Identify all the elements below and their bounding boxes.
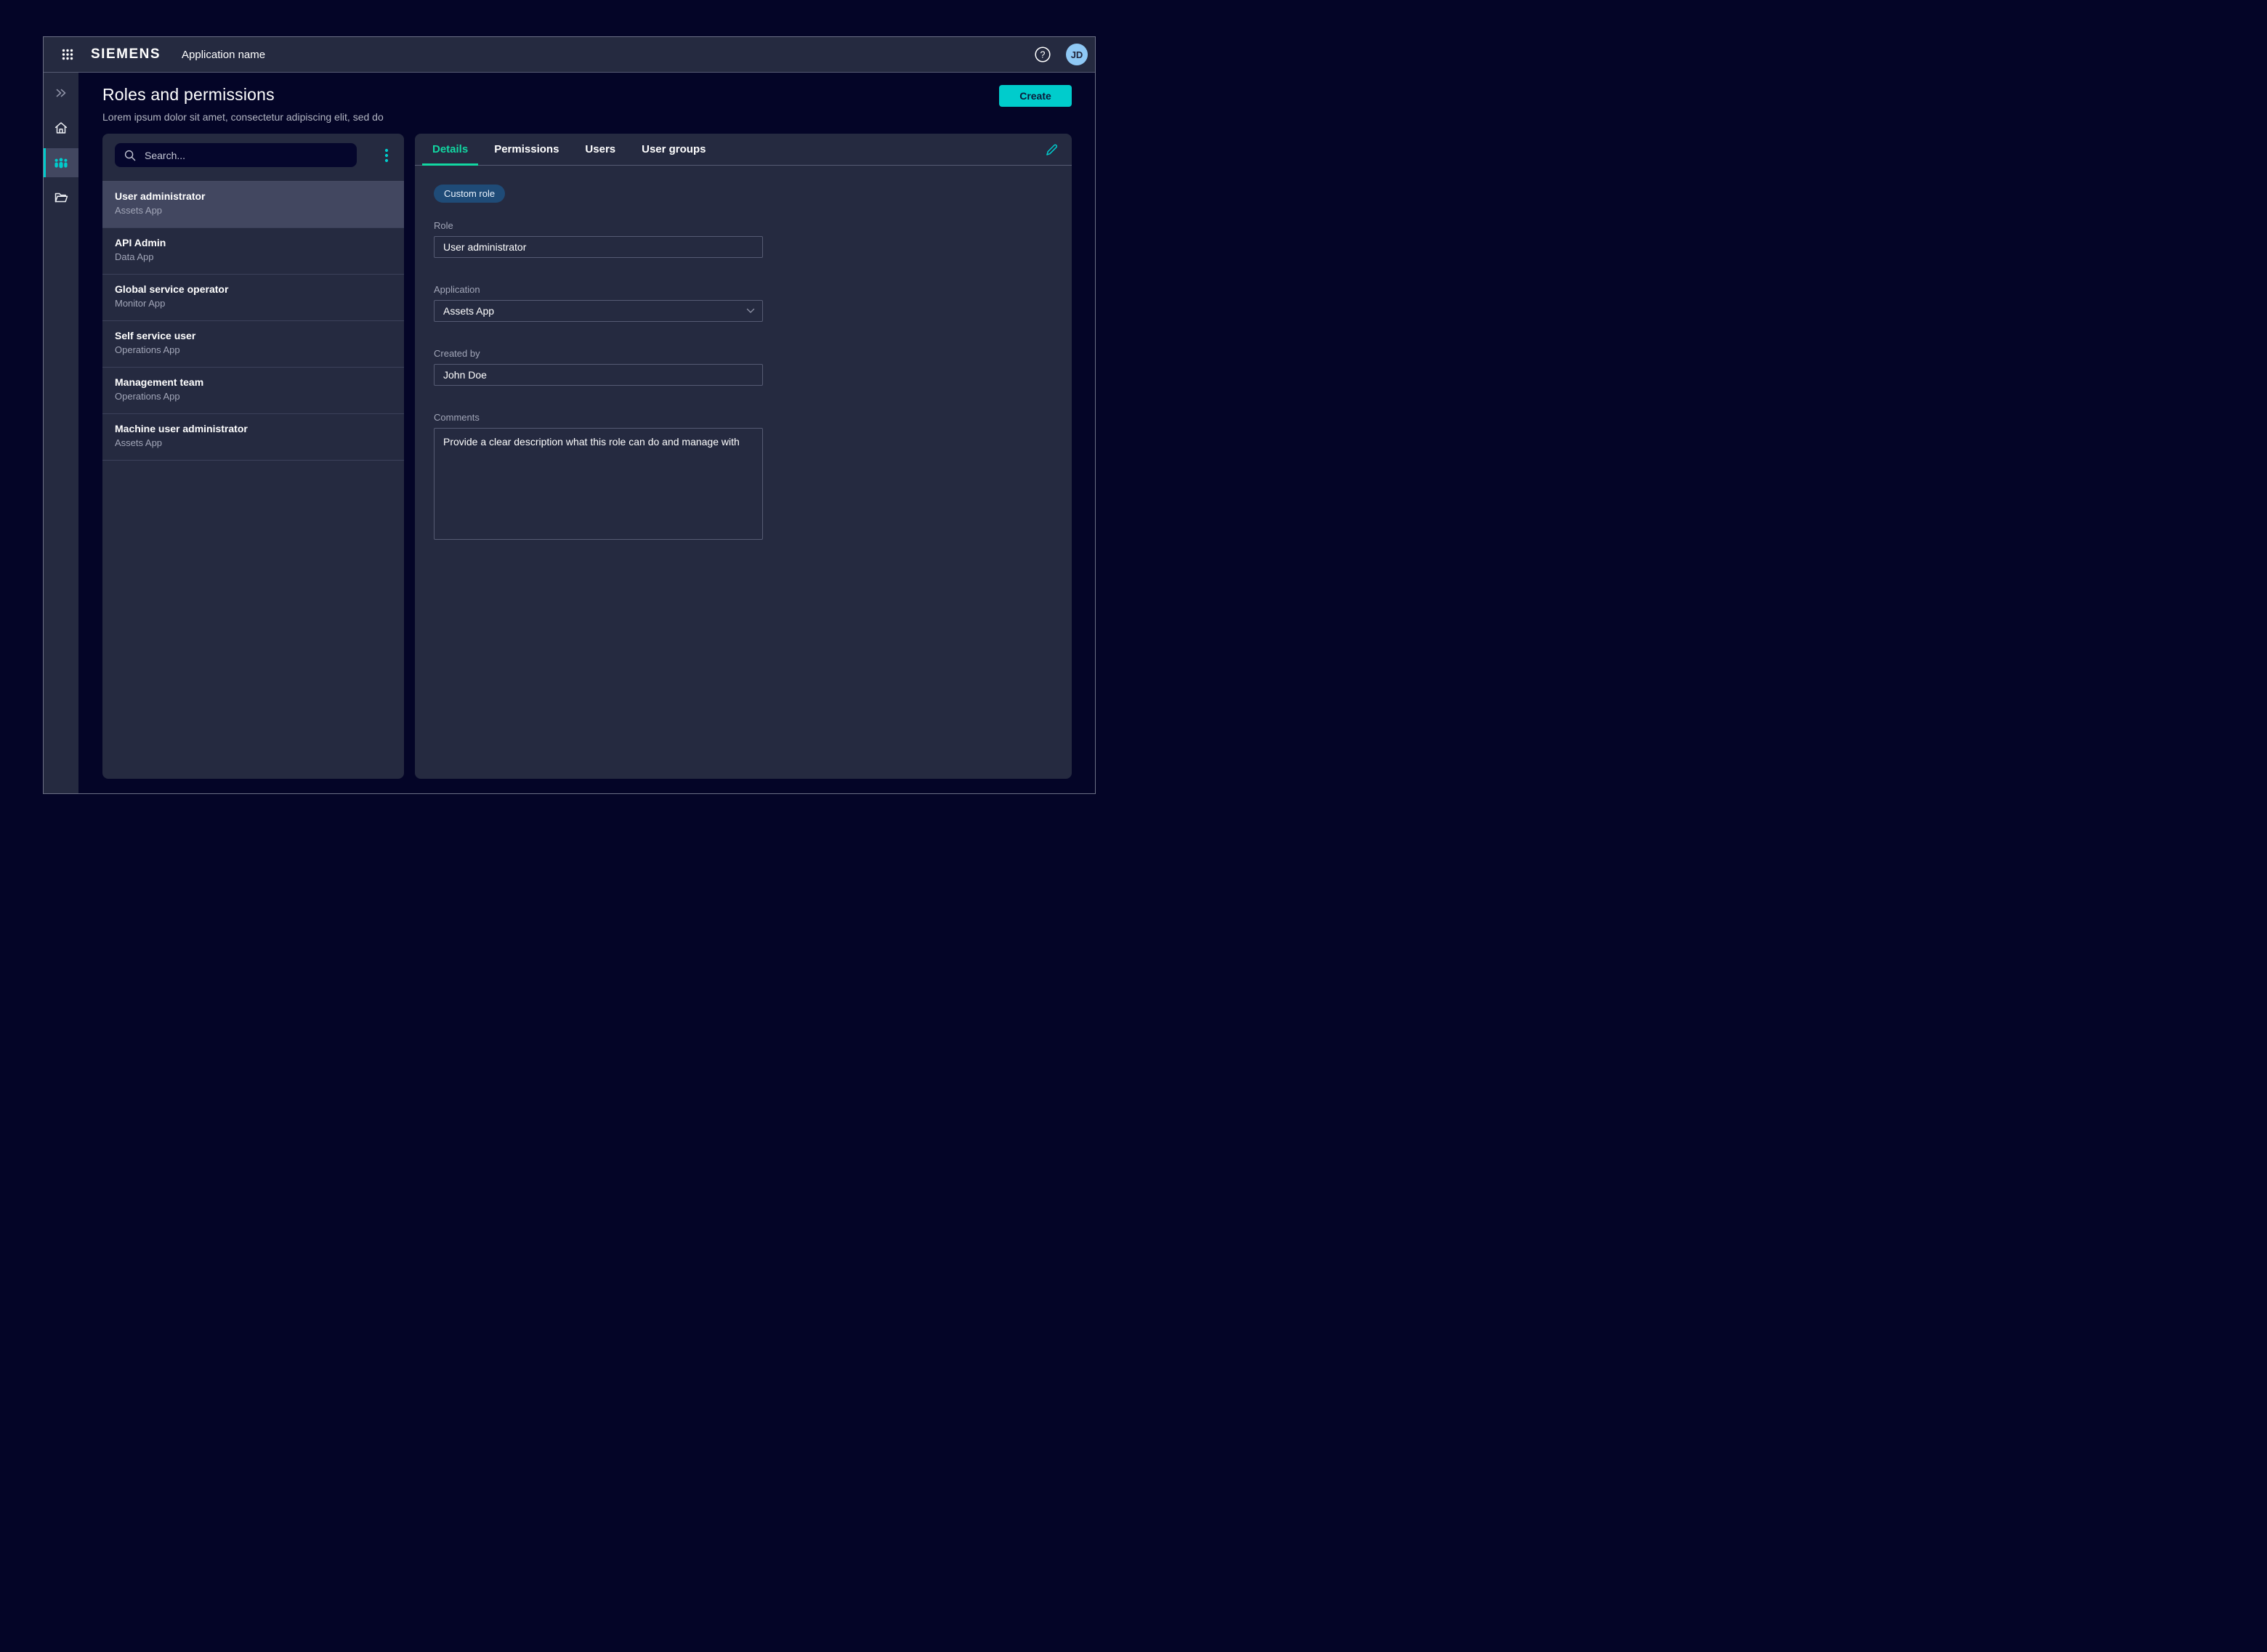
roles-list-panel: User administrator Assets App API Admin … [102, 134, 404, 779]
tab-user-groups[interactable]: User groups [631, 134, 716, 165]
role-app: Operations App [115, 391, 392, 402]
help-icon: ? [1034, 46, 1051, 63]
role-name: Self service user [115, 329, 392, 342]
role-details-form: Custom role Role Application Assets App [415, 166, 1072, 543]
role-name: User administrator [115, 190, 392, 203]
sidebar [44, 73, 78, 793]
details-panel: Details Permissions Users User groups Cu… [415, 134, 1072, 779]
main-content: Roles and permissions Lorem ipsum dolor … [78, 73, 1095, 793]
role-name: Management team [115, 376, 392, 389]
tab-bar: Details Permissions Users User groups [415, 134, 1072, 166]
role-app: Assets App [115, 437, 392, 448]
comments-field: Comments Provide a clear description wha… [434, 412, 763, 543]
custom-role-badge: Custom role [434, 185, 505, 203]
chevron-down-icon [746, 308, 755, 314]
tab-details[interactable]: Details [422, 134, 478, 165]
header-actions: ? JD [1034, 44, 1088, 65]
top-header: SIEMENS Application name ? JD [44, 37, 1095, 73]
sidebar-item-home[interactable] [44, 113, 78, 142]
siemens-logo: SIEMENS [91, 46, 161, 62]
page-subtitle: Lorem ipsum dolor sit amet, consectetur … [102, 111, 384, 123]
role-list-item[interactable]: User administrator Assets App [102, 182, 404, 228]
role-app: Operations App [115, 344, 392, 355]
role-list-item[interactable]: Global service operator Monitor App [102, 275, 404, 321]
apps-grid-icon[interactable] [62, 49, 73, 60]
created-by-input[interactable] [434, 364, 763, 386]
comments-label: Comments [434, 412, 763, 423]
role-list: User administrator Assets App API Admin … [102, 181, 404, 461]
search-input[interactable] [143, 149, 348, 162]
role-list-item[interactable]: Machine user administrator Assets App [102, 414, 404, 461]
apps-grid-glyph [62, 49, 73, 60]
double-chevron-right-icon [54, 86, 68, 100]
role-label: Role [434, 220, 763, 231]
role-app: Data App [115, 251, 392, 262]
user-avatar[interactable]: JD [1066, 44, 1088, 65]
created-by-label: Created by [434, 348, 763, 359]
sidebar-collapse-button[interactable] [44, 78, 78, 108]
page-title: Roles and permissions [102, 85, 384, 105]
search-row [102, 134, 404, 181]
role-list-item[interactable]: Management team Operations App [102, 368, 404, 414]
search-box[interactable] [115, 143, 357, 167]
role-name: Machine user administrator [115, 422, 392, 435]
role-name: API Admin [115, 236, 392, 249]
edit-button[interactable] [1044, 142, 1060, 158]
search-icon [124, 149, 137, 162]
kebab-icon [384, 147, 389, 163]
home-icon [53, 120, 69, 136]
comments-textarea[interactable]: Provide a clear description what this ro… [434, 428, 763, 540]
sidebar-item-users[interactable] [44, 148, 78, 177]
application-select-value: Assets App [443, 305, 494, 317]
application-name: Application name [182, 49, 265, 61]
tab-users[interactable]: Users [575, 134, 626, 165]
role-app: Assets App [115, 205, 392, 216]
tab-permissions[interactable]: Permissions [484, 134, 569, 165]
role-list-item[interactable]: API Admin Data App [102, 228, 404, 275]
users-icon [52, 154, 70, 171]
svg-text:?: ? [1040, 49, 1046, 60]
app-window: SIEMENS Application name ? JD [43, 36, 1096, 794]
help-button[interactable]: ? [1034, 46, 1051, 63]
sidebar-item-projects[interactable] [44, 183, 78, 212]
pencil-icon [1044, 142, 1059, 156]
role-field: Role [434, 220, 763, 258]
list-more-button[interactable] [378, 147, 395, 164]
role-name: Global service operator [115, 283, 392, 296]
application-label: Application [434, 284, 763, 295]
application-select[interactable]: Assets App [434, 300, 763, 322]
page-header: Roles and permissions Lorem ipsum dolor … [78, 73, 1095, 123]
application-field: Application Assets App [434, 284, 763, 322]
role-input[interactable] [434, 236, 763, 258]
folder-icon [53, 190, 69, 206]
create-button[interactable]: Create [999, 85, 1072, 107]
role-list-item[interactable]: Self service user Operations App [102, 321, 404, 368]
created-by-field: Created by [434, 348, 763, 386]
role-app: Monitor App [115, 298, 392, 309]
